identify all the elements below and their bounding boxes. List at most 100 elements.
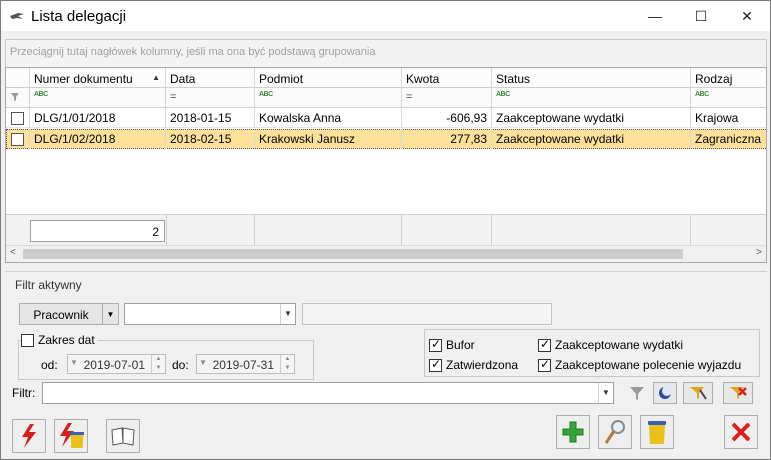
- plus-icon: [562, 421, 584, 443]
- pracownik-button[interactable]: Pracownik: [19, 303, 103, 325]
- filter-edit-icon[interactable]: [683, 382, 713, 404]
- minimize-button[interactable]: —: [632, 1, 678, 31]
- zaakceptowane-wydatki-checkbox[interactable]: Zaakceptowane wydatki: [538, 337, 684, 352]
- filter-row-icon: [6, 88, 30, 107]
- column-kwota[interactable]: Kwota: [402, 68, 492, 87]
- chevron-down-icon[interactable]: ▼: [280, 304, 295, 324]
- column-numer-dokumentu[interactable]: Numer dokumentu ▲: [30, 68, 166, 87]
- cell-kwota: 277,83: [402, 129, 492, 149]
- cancel-button[interactable]: [724, 415, 758, 449]
- cell-numer: DLG/1/01/2018: [30, 108, 166, 127]
- grid-filter-row: ABC = ABC = ABC ABC: [6, 88, 766, 108]
- zatwierdzona-checkbox[interactable]: Zatwierdzona: [429, 357, 519, 372]
- spin-icon[interactable]: ▲ ▼: [280, 355, 294, 373]
- scroll-left-icon[interactable]: <: [10, 247, 16, 258]
- column-podmiot[interactable]: Podmiot: [255, 68, 402, 87]
- filter-cell-text-icon[interactable]: ABC: [691, 88, 766, 107]
- cell-numer: DLG/1/02/2018: [30, 129, 166, 149]
- pracownik-name-field: [302, 303, 552, 325]
- cell-kwota: -606,93: [402, 108, 492, 127]
- group-by-area[interactable]: Przeciągnij tutaj nagłówek kolumny, jeśl…: [5, 39, 767, 67]
- grid-header: Numer dokumentu ▲ Data Podmiot Kwota Sta…: [6, 68, 766, 88]
- cell-data: 2018-01-15: [166, 108, 255, 127]
- cell-podmiot: Krakowski Janusz: [255, 129, 402, 149]
- column-rodzaj[interactable]: Rodzaj: [691, 68, 766, 87]
- cell-podmiot: Kowalska Anna: [255, 108, 402, 127]
- close-window-button[interactable]: ✕: [724, 1, 770, 31]
- column-label: Numer dokumentu: [34, 72, 133, 86]
- do-date-field[interactable]: ▼ 2019-07-31 ▲ ▼: [196, 354, 295, 374]
- delegation-grid: Numer dokumentu ▲ Data Podmiot Kwota Sta…: [5, 67, 767, 263]
- zaakceptowane-wydatki-label: Zaakceptowane wydatki: [555, 338, 684, 352]
- lightning-trash-icon: [60, 423, 84, 448]
- sort-ascending-icon: ▲: [152, 73, 160, 82]
- filtr-label: Filtr:: [12, 386, 36, 400]
- checkbox-box: [538, 337, 551, 352]
- grid-summary-row: 2: [6, 214, 766, 246]
- pracownik-combo[interactable]: ▼: [124, 303, 296, 325]
- title-bar: Lista delegacji — ☐ ✕: [1, 1, 770, 31]
- scroll-right-icon[interactable]: >: [756, 247, 762, 258]
- summary-cell: [255, 215, 402, 246]
- summary-cell: [402, 215, 492, 246]
- zakres-dat-checkbox[interactable]: Zakres dat: [21, 333, 98, 347]
- select-all-column[interactable]: [6, 68, 30, 87]
- scrollbar-thumb[interactable]: [23, 249, 683, 259]
- chevron-down-icon[interactable]: ▼: [598, 383, 613, 403]
- checkbox-box: [21, 333, 34, 347]
- filtr-input[interactable]: ▼: [42, 382, 614, 404]
- filter-cell-text-icon[interactable]: ABC: [30, 88, 166, 107]
- zatwierdzona-label: Zatwierdzona: [446, 358, 519, 372]
- do-date-value: 2019-07-31: [212, 358, 274, 372]
- table-row-selected[interactable]: DLG/1/02/2018 2018-02-15 Krakowski Janus…: [6, 129, 766, 149]
- column-status[interactable]: Status: [492, 68, 691, 87]
- row-checkbox[interactable]: [11, 133, 24, 146]
- book-button[interactable]: [106, 419, 140, 453]
- dropdown-icon[interactable]: ▼: [70, 358, 78, 367]
- table-row[interactable]: DLG/1/01/2018 2018-01-15 Kowalska Anna -…: [6, 108, 766, 128]
- cell-data: 2018-02-15: [166, 129, 255, 149]
- cell-status: Zaakceptowane wydatki: [492, 129, 691, 149]
- edit-button[interactable]: [598, 415, 632, 449]
- zakres-dat-label: Zakres dat: [38, 333, 95, 347]
- filter-cell-text-icon[interactable]: ABC: [492, 88, 691, 107]
- bufor-label: Bufor: [446, 338, 475, 352]
- filter-panel: Filtr aktywny Pracownik ▼ ▼ Zakres dat o…: [5, 271, 767, 408]
- zaakceptowane-polecenie-label: Zaakceptowane polecenie wyjazdu: [555, 358, 742, 372]
- dropdown-icon[interactable]: ▼: [199, 358, 207, 367]
- spin-icon[interactable]: ▲ ▼: [151, 355, 165, 373]
- od-date-value: 2019-07-01: [83, 358, 145, 372]
- delete-button[interactable]: [640, 415, 674, 449]
- checkbox-box: [538, 357, 551, 372]
- od-date-field[interactable]: ▼ 2019-07-01 ▲ ▼: [67, 354, 166, 374]
- horizontal-scrollbar[interactable]: < >: [6, 245, 766, 262]
- moon-filter-icon[interactable]: [653, 382, 677, 404]
- lightning-icon: [22, 424, 36, 448]
- od-label: od:: [41, 358, 58, 372]
- window: Lista delegacji — ☐ ✕ Przeciągnij tutaj …: [0, 0, 771, 460]
- filter-active-label: Filtr aktywny: [15, 278, 82, 292]
- window-title: Lista delegacji: [31, 8, 127, 25]
- filter-cell-equals-icon[interactable]: =: [402, 88, 492, 107]
- filter-cell-text-icon[interactable]: ABC: [255, 88, 402, 107]
- row-checkbox[interactable]: [11, 112, 24, 125]
- zaakceptowane-polecenie-checkbox[interactable]: Zaakceptowane polecenie wyjazdu: [538, 357, 742, 372]
- cell-rodzaj: Krajowa: [691, 108, 766, 127]
- generate-delete-button[interactable]: [54, 419, 88, 453]
- delegation-app-icon: [10, 13, 24, 19]
- generate-button[interactable]: [12, 419, 46, 453]
- summary-cell: [492, 215, 691, 246]
- column-data[interactable]: Data: [166, 68, 255, 87]
- filter-clear-icon[interactable]: [723, 382, 753, 404]
- add-button[interactable]: [556, 415, 590, 449]
- pracownik-dropdown-icon[interactable]: ▼: [102, 303, 119, 325]
- checkbox-box: [429, 357, 442, 372]
- checkbox-box: [429, 337, 442, 352]
- bufor-checkbox[interactable]: Bufor: [429, 337, 475, 352]
- filter-cell-equals-icon[interactable]: =: [166, 88, 255, 107]
- magnifier-icon: [604, 420, 625, 444]
- maximize-button[interactable]: ☐: [678, 1, 724, 31]
- trash-icon: [648, 421, 666, 444]
- group-by-hint: Przeciągnij tutaj nagłówek kolumny, jeśl…: [10, 46, 376, 58]
- filter-icon[interactable]: [622, 382, 652, 404]
